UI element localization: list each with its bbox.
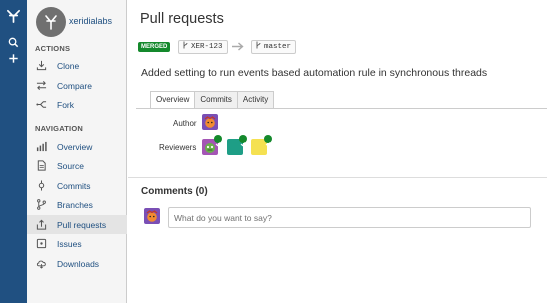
sidebar-item-label: Source [57,161,84,171]
project-avatar[interactable] [36,7,66,37]
sidebar-item-source[interactable]: Source [27,156,127,175]
reviewers-label: Reviewers [159,143,197,152]
status-badge: MERGED [138,42,171,52]
overview-icon [36,141,47,152]
sidebar-item-overview[interactable]: Overview [27,137,127,156]
user-avatar-icon [144,208,160,224]
sidebar-item-downloads[interactable]: Downloads [27,254,127,273]
comments-heading: Comments (0) [141,186,208,197]
tab-activity[interactable]: Activity [237,91,275,109]
sidebar-item-pull-requests[interactable]: Pull requests [27,215,127,234]
tab-bar: Overview Commits Activity [150,91,275,109]
sidebar-item-commits[interactable]: Commits [27,176,127,195]
approved-check-icon [264,135,272,147]
actions-heading: ACTIONS [35,44,71,53]
cloud-icon [36,260,46,269]
download-icon [36,60,47,71]
project-name[interactable]: xeridialabs [69,16,112,26]
fork-icon [36,101,47,108]
sidebar-item-label: Issues [57,239,82,249]
search-icon[interactable] [7,36,20,49]
arrow-right-icon [232,42,244,51]
project-sidebar: xeridialabs ACTIONS Clone Compare Fork N… [27,0,127,303]
issues-icon [36,238,47,249]
branch-icon [37,199,46,210]
sidebar-item-label: Commits [57,181,91,191]
project-logo-icon [45,15,57,30]
comment-input[interactable] [168,207,531,228]
branch-icon [256,41,261,49]
bitbucket-logo-icon[interactable] [6,8,21,23]
author-label: Author [173,119,197,128]
sidebar-item-label: Branches [57,200,93,210]
sidebar-item-issues[interactable]: Issues [27,234,127,253]
sidebar-item-branches[interactable]: Branches [27,195,127,214]
user-avatar-icon [202,114,218,130]
navigation-heading: NAVIGATION [35,124,83,133]
tab-overview[interactable]: Overview [150,91,196,109]
sidebar-item-compare[interactable]: Compare [27,76,127,95]
approved-check-icon [214,135,222,147]
pull-request-icon [36,219,47,230]
sidebar-item-label: Pull requests [57,220,107,230]
pull-request-title: Added setting to run events based automa… [141,67,488,79]
sidebar-item-label: Overview [57,142,93,152]
current-user-avatar [144,208,160,224]
sidebar-item-clone[interactable]: Clone [27,56,127,75]
compare-icon [36,81,47,90]
sidebar-item-label: Compare [57,81,92,91]
tab-divider [136,108,547,109]
main-content: Pull requests MERGED XER-123 master Adde… [128,0,547,303]
branch-icon [183,41,188,49]
approved-check-icon [239,135,247,147]
create-plus-icon[interactable] [7,52,20,65]
source-branch[interactable]: XER-123 [178,40,228,54]
commit-icon [38,180,45,191]
sidebar-item-label: Clone [57,61,80,71]
sidebar-item-label: Fork [57,100,74,110]
source-branch-name: XER-123 [191,43,223,51]
tab-commits[interactable]: Commits [195,91,238,109]
sidebar-item-label: Downloads [57,259,100,269]
section-divider [128,177,547,178]
global-sidebar [0,0,27,303]
target-branch-name: master [264,43,292,51]
target-branch[interactable]: master [251,40,297,54]
source-icon [37,160,46,171]
author-avatar[interactable] [202,114,218,130]
page-title: Pull requests [140,11,224,27]
sidebar-item-fork[interactable]: Fork [27,95,127,114]
